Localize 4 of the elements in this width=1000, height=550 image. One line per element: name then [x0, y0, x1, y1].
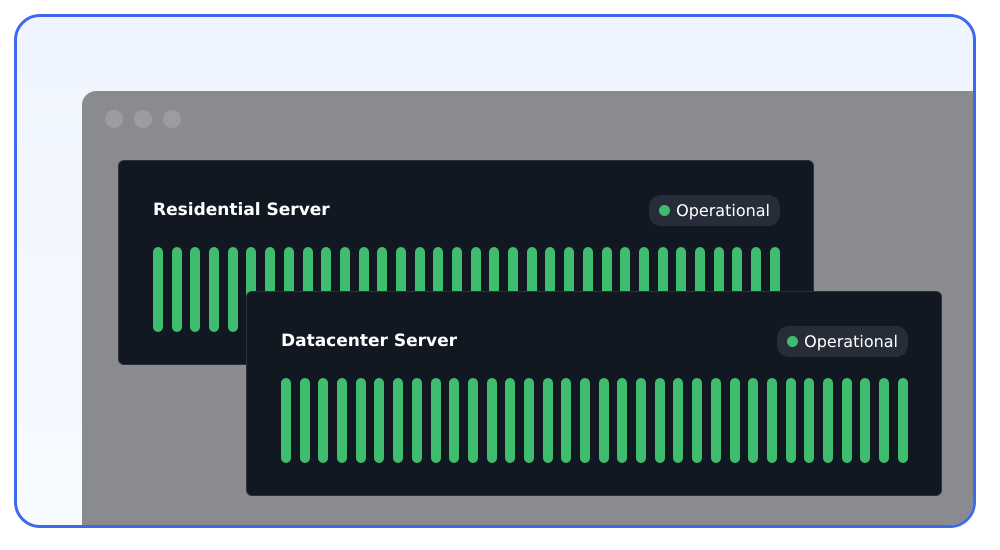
status-label: Operational [676, 200, 770, 220]
server-title: Residential Server [153, 200, 330, 220]
server-title: Datacenter Server [281, 331, 458, 351]
status-label: Operational [804, 332, 898, 350]
